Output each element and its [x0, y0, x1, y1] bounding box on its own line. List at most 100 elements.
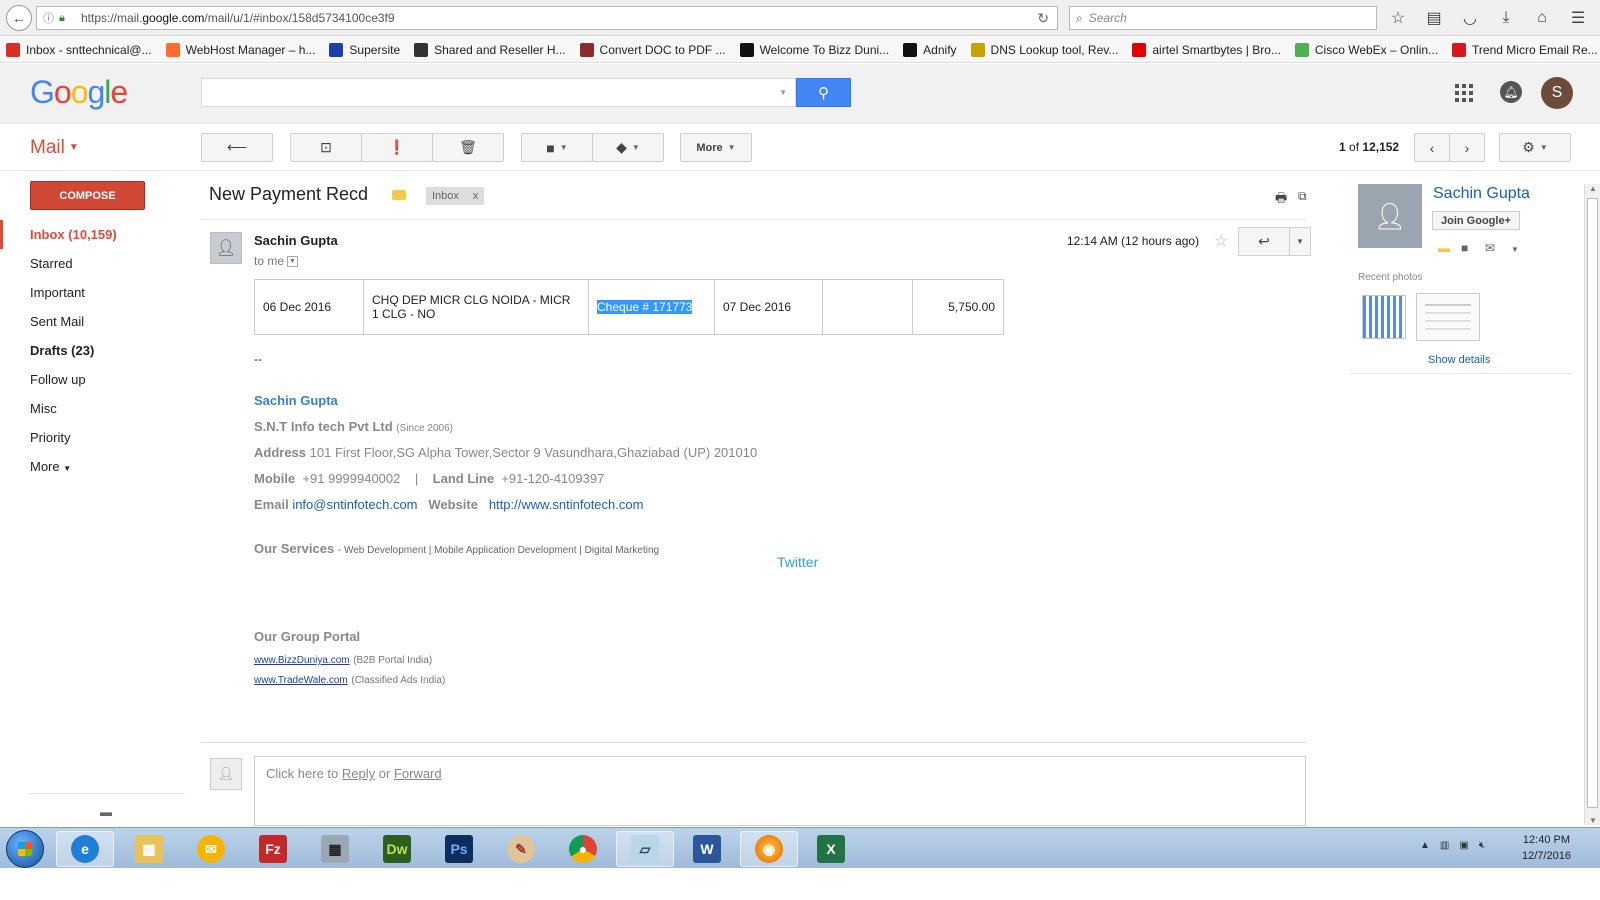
video-call-icon[interactable]: ■ — [1461, 241, 1468, 255]
download-icon[interactable]: ⤓ — [1494, 6, 1518, 30]
menu-icon[interactable]: ☰ — [1566, 6, 1590, 30]
print-icon[interactable]: 🖶 — [1275, 189, 1287, 211]
mail-switcher[interactable]: Mail ▼ — [30, 137, 79, 159]
bookmark-item[interactable]: Trend Micro Email Re... — [1452, 42, 1598, 57]
more-button[interactable]: More ▼ — [680, 133, 752, 162]
taskbar-excel[interactable]: X — [802, 831, 860, 867]
scrollbar-thumb[interactable] — [1587, 198, 1598, 808]
system-clock[interactable]: 12:40 PM 12/7/2016 — [1522, 832, 1571, 864]
sidebar-item-follow-up[interactable]: Follow up — [0, 365, 190, 394]
remove-label-button[interactable]: x — [473, 190, 479, 202]
website-link[interactable]: http://www.sntinfotech.com — [489, 497, 644, 512]
bizzduniya-link[interactable]: www.BizzDuniya.com — [254, 655, 350, 666]
twitter-link[interactable]: Twitter — [777, 554, 818, 570]
taskbar-chrome[interactable]: ● — [554, 831, 612, 867]
sidebar-item-more[interactable]: More ▼ — [0, 452, 190, 481]
sidebar-item-starred[interactable]: Starred — [0, 249, 190, 278]
taskbar-ie[interactable]: e — [56, 831, 114, 867]
chat-icon[interactable]: ▬ — [1438, 241, 1450, 255]
bookmark-item[interactable]: Inbox - snttechnical@... — [6, 42, 152, 57]
show-details-link[interactable]: Show details — [1428, 354, 1490, 366]
contact-photo[interactable]: 👤︎ — [1358, 184, 1422, 248]
more-actions-button[interactable]: ▼ — [1289, 227, 1311, 256]
taskbar-filezilla[interactable]: Fz — [244, 831, 302, 867]
monitor-icon[interactable]: ▣ — [1459, 840, 1468, 851]
newer-button[interactable]: ‹ — [1414, 133, 1450, 162]
network-icon[interactable]: ▥ — [1440, 840, 1449, 851]
caret-down-icon[interactable]: ▼ — [1511, 245, 1519, 254]
search-options-icon[interactable]: ▼ — [779, 88, 787, 97]
new-window-icon[interactable]: ⧉ — [1298, 189, 1307, 204]
info-icon[interactable]: ⓘ — [43, 10, 59, 26]
google-logo[interactable]: Google — [30, 74, 128, 111]
taskbar-notes[interactable]: ▱ — [616, 831, 674, 867]
bookmark-item[interactable]: Cisco WebEx – Onlin... — [1294, 42, 1438, 57]
reading-list-icon[interactable]: ▤ — [1422, 6, 1446, 30]
sidebar-item-sent-mail[interactable]: Sent Mail — [0, 307, 190, 336]
sidebar-item-drafts[interactable]: Drafts (23) — [0, 336, 190, 365]
taskbar-paint[interactable]: ✎ — [492, 831, 550, 867]
taskbar-word[interactable]: W — [678, 831, 736, 867]
bookmark-item[interactable]: Supersite — [329, 42, 400, 57]
taskbar-calculator[interactable]: ▦ — [306, 831, 364, 867]
bookmark-item[interactable]: Convert DOC to PDF ... — [579, 42, 726, 57]
labels-button[interactable]: ◆ ▼ — [592, 133, 664, 162]
contact-name[interactable]: Sachin Gupta — [1433, 185, 1530, 203]
back-button[interactable]: ← — [6, 5, 32, 31]
address-bar[interactable]: ⓘ 🔒︎ https://mail.google.com/mail/u/1/#i… — [36, 6, 1058, 30]
sidebar-item-priority[interactable]: Priority — [0, 423, 190, 452]
scroll-down-icon[interactable]: ▼ — [1589, 816, 1597, 825]
compose-button[interactable]: COMPOSE — [30, 181, 145, 210]
taskbar-photoshop[interactable]: Ps — [430, 831, 488, 867]
older-button[interactable]: › — [1449, 133, 1485, 162]
bookmark-item[interactable]: WebHost Manager – h... — [165, 42, 315, 57]
home-icon[interactable]: ⌂ — [1530, 6, 1554, 30]
email-link[interactable]: info@sntinfotech.com — [292, 497, 417, 512]
tray-expand-icon[interactable]: ▲ — [1420, 840, 1430, 851]
volume-muted-icon[interactable]: 🔇︎ — [1479, 840, 1485, 851]
reload-icon[interactable]: ↻ — [1037, 10, 1049, 27]
scrollbar[interactable]: ▲ ▼ — [1584, 184, 1600, 825]
taskbar-outlook[interactable]: ✉ — [182, 831, 240, 867]
mail-search-input[interactable]: ▼ — [201, 78, 796, 107]
reply-button[interactable]: ↩ — [1238, 227, 1290, 256]
bookmark-star-icon[interactable]: ☆ — [1386, 6, 1410, 30]
taskbar-firefox[interactable]: ◉ — [740, 831, 798, 867]
qr-code-photo[interactable] — [1362, 295, 1406, 339]
apps-grid-icon[interactable] — [1455, 84, 1473, 102]
star-icon[interactable]: ☆ — [1214, 231, 1228, 251]
chat-bubble-icon[interactable]: ▬ — [100, 805, 112, 819]
start-button[interactable] — [6, 830, 44, 868]
browser-search-input[interactable]: ⌕ Search — [1069, 6, 1377, 30]
reply-box[interactable]: Click here to Reply or Forward — [254, 756, 1306, 826]
notifications-bell-icon[interactable]: 🔔︎ — [1500, 81, 1522, 103]
sender-name[interactable]: Sachin Gupta — [254, 233, 338, 248]
bookmark-item[interactable]: Adnify — [903, 42, 957, 57]
archive-button[interactable]: ⊡ — [290, 133, 362, 162]
bookmark-item[interactable]: airtel Smartbytes | Bro... — [1132, 42, 1281, 57]
show-details-icon[interactable]: ▼ — [287, 256, 299, 268]
report-spam-button[interactable]: ❗ — [361, 133, 433, 162]
bookmark-item[interactable]: Shared and Reseller H... — [414, 42, 566, 57]
mail-search-button[interactable]: ⚲ — [796, 78, 851, 107]
taskbar-dreamweaver[interactable]: Dw — [368, 831, 426, 867]
tradewale-link[interactable]: www.TradeWale.com — [254, 675, 348, 686]
reply-link[interactable]: Reply — [342, 766, 375, 781]
back-to-inbox-button[interactable]: ⟵ — [201, 133, 273, 162]
pocket-icon[interactable]: ◡ — [1458, 6, 1482, 30]
delete-button[interactable]: 🗑︎ — [432, 133, 504, 162]
taskbar-explorer[interactable]: ▦ — [120, 831, 178, 867]
sidebar-item-important[interactable]: Important — [0, 278, 190, 307]
certificate-photo[interactable] — [1416, 293, 1480, 341]
move-to-button[interactable]: ■ ▼ — [521, 133, 593, 162]
sidebar-item-inbox[interactable]: Inbox (10,159) — [0, 220, 190, 249]
bookmark-item[interactable]: Welcome To Bizz Duni... — [739, 42, 889, 57]
sidebar-item-misc[interactable]: Misc — [0, 394, 190, 423]
importance-marker-icon[interactable] — [392, 190, 406, 200]
join-google-plus-button[interactable]: Join Google+ — [1432, 211, 1520, 230]
bookmark-item[interactable]: DNS Lookup tool, Rev... — [970, 42, 1118, 57]
scroll-up-icon[interactable]: ▲ — [1589, 184, 1597, 193]
settings-button[interactable]: ⚙ ▼ — [1499, 133, 1571, 162]
email-icon[interactable]: ✉ — [1485, 241, 1495, 255]
forward-link[interactable]: Forward — [394, 766, 442, 781]
